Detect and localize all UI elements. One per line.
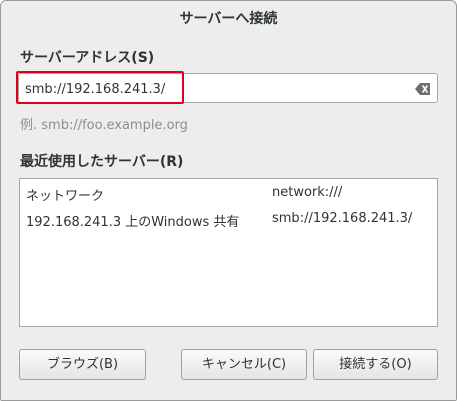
dialog-title: サーバーへ接続 xyxy=(179,11,278,27)
server-address-field[interactable] xyxy=(18,73,438,103)
browse-button[interactable]: ブラウズ(B) xyxy=(19,349,146,380)
server-address-label: サーバーアドレス(S) xyxy=(20,50,155,66)
recent-servers-list[interactable]: ネットワーク network:/// 192.168.241.3 上のWindo… xyxy=(19,178,438,327)
server-uri: network:/// xyxy=(272,185,343,200)
server-name: ネットワーク xyxy=(26,189,105,204)
server-uri: smb://192.168.241.3/ xyxy=(272,211,413,226)
connect-button[interactable]: 接続する(O) xyxy=(313,349,438,380)
recent-servers-label: 最近使用したサーバー(R) xyxy=(20,154,184,170)
server-address-input[interactable] xyxy=(25,79,405,99)
connect-to-server-dialog: サーバーへ接続 サーバーアドレス(S) 例. smb://foo.example… xyxy=(0,0,457,401)
cancel-button[interactable]: キャンセル(C) xyxy=(181,349,307,380)
recent-server-row-windows-share[interactable]: 192.168.241.3 上のWindows 共有 smb://192.168… xyxy=(20,207,437,231)
clear-text-icon[interactable] xyxy=(415,81,431,95)
recent-server-row-network[interactable]: ネットワーク network:/// xyxy=(20,181,437,205)
address-example-text: 例. smb://foo.example.org xyxy=(20,118,188,133)
server-name: 192.168.241.3 上のWindows 共有 xyxy=(26,215,240,230)
